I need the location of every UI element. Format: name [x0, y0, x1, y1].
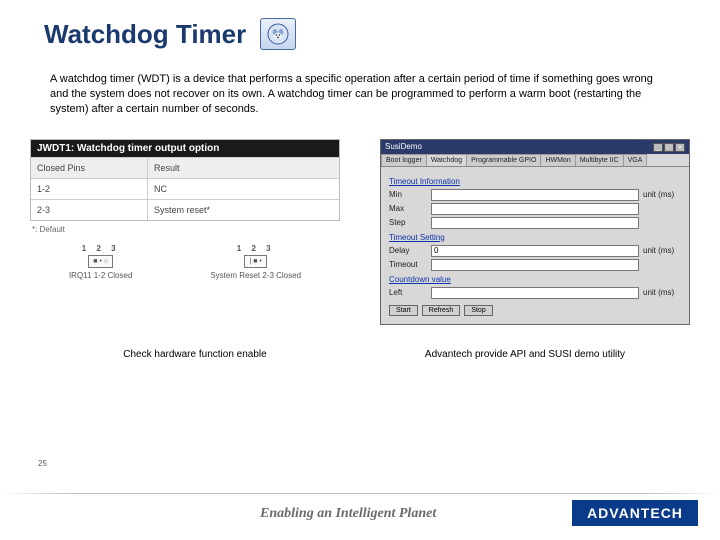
brand-text: ADVANTECH: [587, 505, 683, 521]
title-row: Watchdog Timer: [0, 0, 720, 50]
input-delay[interactable]: [431, 245, 639, 257]
page-number: 25: [38, 459, 47, 468]
jumper-figure: JWDT1: Watchdog timer output option Clos…: [30, 139, 340, 280]
section-timeout-setting: Timeout Setting: [389, 233, 681, 242]
label-delay: Delay: [389, 246, 427, 255]
pin-label: IRQ11 1-2 Closed: [69, 271, 132, 280]
label-step: Step: [389, 218, 427, 227]
tab-vga[interactable]: VGA: [623, 154, 648, 166]
tab-bootlogger[interactable]: Boot logger: [381, 154, 427, 166]
row-max: Max: [389, 203, 681, 215]
input-left[interactable]: [431, 287, 639, 299]
section-countdown: Countdown value: [389, 275, 681, 284]
pin-group: 1 2 3 ■ • ○ IRQ11 1-2 Closed: [69, 244, 132, 280]
label-min: Min: [389, 190, 427, 199]
row-left: Left unit (ms): [389, 287, 681, 299]
intro-text: A watchdog timer (WDT) is a device that …: [0, 50, 720, 117]
page-title: Watchdog Timer: [44, 19, 246, 50]
window-controls: _□×: [652, 142, 685, 152]
pin-group: 1 2 3 | ■ • System Reset 2-3 Closed: [210, 244, 301, 280]
label-max: Max: [389, 204, 427, 213]
jumper-table-cols: Closed Pins Result: [31, 157, 339, 178]
close-icon[interactable]: ×: [675, 143, 685, 152]
jumper-pin-diagrams: 1 2 3 ■ • ○ IRQ11 1-2 Closed 1 2 3 | ■ •…: [30, 244, 340, 280]
caption-right: Advantech provide API and SUSI demo util…: [367, 349, 684, 360]
maximize-icon[interactable]: □: [664, 143, 674, 152]
pin-label: System Reset 2-3 Closed: [210, 271, 301, 280]
watchdog-icon: [260, 18, 296, 50]
input-max[interactable]: [431, 203, 639, 215]
app-button-bar: Start Refresh Stop: [389, 305, 681, 316]
unit-delay: unit (ms): [643, 246, 681, 255]
slide: Watchdog Timer A watchdog timer (WDT) is…: [0, 0, 720, 540]
pin-box: ■ • ○: [88, 255, 113, 268]
label-left: Left: [389, 288, 427, 297]
row-delay: Delay unit (ms): [389, 245, 681, 257]
pin-numbers: 1 2 3: [69, 244, 132, 253]
table-row: 2-3 System reset*: [31, 199, 339, 220]
pin-numbers: 1 2 3: [210, 244, 301, 253]
row-step: Step: [389, 217, 681, 229]
caption-left: Check hardware function enable: [37, 349, 354, 360]
input-min[interactable]: [431, 189, 639, 201]
cell-pins: 2-3: [31, 200, 148, 220]
figures-row: JWDT1: Watchdog timer output option Clos…: [0, 117, 720, 325]
app-title-text: SusiDemo: [385, 142, 422, 151]
jumper-table-header: JWDT1: Watchdog timer output option: [31, 140, 339, 157]
input-timeout[interactable]: [431, 259, 639, 271]
tagline: Enabling an Intelligent Planet: [260, 506, 436, 522]
app-tabs: Boot logger Watchdog Programmable GPIO H…: [381, 154, 689, 167]
jumper-col-pins: Closed Pins: [31, 158, 148, 178]
footer-divider: [0, 493, 720, 494]
app-window: SusiDemo _□× Boot logger Watchdog Progra…: [380, 139, 690, 325]
row-timeout: Timeout: [389, 259, 681, 271]
captions-row: Check hardware function enable Advantech…: [0, 325, 720, 360]
tab-watchdog[interactable]: Watchdog: [426, 154, 467, 166]
pin-box: | ■ •: [244, 255, 266, 268]
app-body: Timeout Information Min unit (ms) Max Ste…: [381, 167, 689, 324]
jumper-table: JWDT1: Watchdog timer output option Clos…: [30, 139, 340, 221]
row-min: Min unit (ms): [389, 189, 681, 201]
start-button[interactable]: Start: [389, 305, 418, 316]
cell-result: NC: [148, 179, 339, 199]
app-figure: SusiDemo _□× Boot logger Watchdog Progra…: [380, 139, 690, 325]
unit-left: unit (ms): [643, 288, 681, 297]
label-timeout: Timeout: [389, 260, 427, 269]
cell-pins: 1-2: [31, 179, 148, 199]
section-timeout-info: Timeout Information: [389, 177, 681, 186]
refresh-button[interactable]: Refresh: [422, 305, 461, 316]
tab-gpio[interactable]: Programmable GPIO: [466, 154, 541, 166]
input-step[interactable]: [431, 217, 639, 229]
stop-button[interactable]: Stop: [464, 305, 492, 316]
app-titlebar: SusiDemo _□×: [381, 140, 689, 154]
jumper-note: *: Default: [30, 221, 340, 234]
brand-logo: ADVANTECH: [572, 500, 698, 526]
cell-result: System reset*: [148, 200, 339, 220]
tab-hwmon[interactable]: HWMon: [540, 154, 575, 166]
table-row: 1-2 NC: [31, 178, 339, 199]
unit-min: unit (ms): [643, 190, 681, 199]
tab-iic[interactable]: Multibyte IIC: [575, 154, 624, 166]
minimize-icon[interactable]: _: [653, 143, 663, 152]
jumper-col-result: Result: [148, 158, 339, 178]
